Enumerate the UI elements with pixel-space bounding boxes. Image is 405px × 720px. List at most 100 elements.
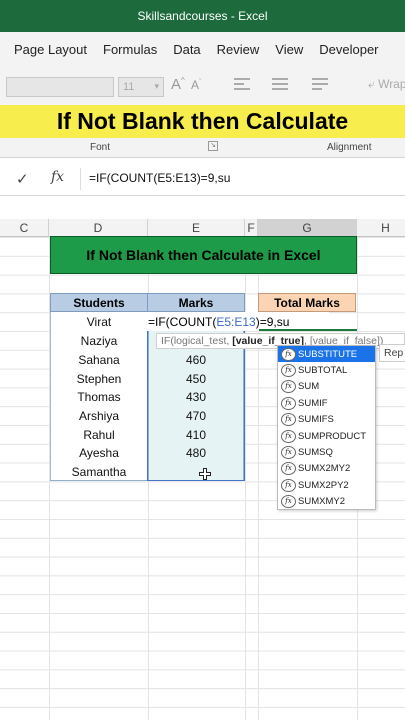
total-marks-label: Total Marks	[274, 295, 340, 310]
autocomplete-item-sumx2py2[interactable]: fx SUMX2PY2	[278, 477, 375, 493]
autocomplete-description-tip: Rep	[379, 344, 405, 362]
student-cell[interactable]: Stephen	[50, 369, 148, 388]
autocomplete-tip-text: Rep	[384, 347, 404, 359]
autocomplete-item-label: SUMPRODUCT	[298, 430, 367, 442]
align-middle-icon[interactable]	[272, 78, 288, 92]
marks-cell[interactable]: 480	[148, 443, 244, 462]
autocomplete-item-label: SUM	[298, 381, 320, 393]
tooltip-function[interactable]: IF(logical_test,	[161, 335, 232, 347]
column-header-h[interactable]: H	[357, 219, 405, 237]
tab-view[interactable]: View	[267, 42, 311, 57]
group-label-font: Font	[90, 142, 111, 153]
autocomplete-item-label: SUMIFS	[298, 414, 334, 426]
marks-cell[interactable]: 410	[148, 425, 244, 444]
student-cell[interactable]: Thomas	[50, 387, 148, 406]
autocomplete-item-sumxmy2[interactable]: fx SUMXMY2	[278, 494, 375, 510]
marks-cell[interactable]	[148, 462, 244, 481]
autocomplete-item-sumsq[interactable]: fx SUMSQ	[278, 444, 375, 460]
students-header-label: Students	[73, 295, 125, 310]
marks-cell[interactable]: 460	[148, 350, 244, 369]
total-marks-header[interactable]: Total Marks	[258, 293, 356, 312]
formula-bar: ✓ fx =IF(COUNT(E5:E13)=9,su	[0, 162, 405, 196]
font-name-dropdown[interactable]	[6, 77, 114, 97]
column-header-c[interactable]: C	[0, 219, 49, 237]
function-icon: fx	[281, 462, 296, 476]
increase-font-size-icon[interactable]: A^	[171, 76, 185, 93]
font-size-value: 11	[123, 81, 135, 93]
formula-prefix: =IF(COUNT(	[148, 315, 217, 329]
student-cell[interactable]: Virat	[50, 312, 148, 331]
students-header[interactable]: Students	[50, 293, 148, 312]
column-header-e[interactable]: E	[148, 219, 245, 237]
formula-range-ref: E5:E13	[216, 315, 256, 329]
student-cell[interactable]: Naziya	[50, 331, 148, 350]
function-icon: fx	[281, 495, 296, 509]
chevron-down-icon: ▾	[154, 81, 159, 91]
function-icon: fx	[281, 396, 296, 410]
student-cell[interactable]: Samantha	[50, 462, 148, 481]
function-icon: fx	[281, 478, 296, 492]
column-header-f[interactable]: F	[245, 219, 258, 237]
wrap-text-label: Wrap	[378, 77, 405, 91]
student-cell[interactable]: Arshiya	[50, 406, 148, 425]
enter-check-icon[interactable]: ✓	[16, 170, 29, 188]
formula-suffix: )=9,su	[255, 315, 290, 329]
function-icon: fx	[281, 413, 296, 427]
autocomplete-item-label: SUMX2PY2	[298, 479, 349, 491]
function-icon: fx	[281, 347, 296, 361]
student-cell[interactable]: Sahana	[50, 350, 148, 369]
column-header-d[interactable]: D	[49, 219, 148, 237]
banner-text: If Not Blank then Calculate	[56, 108, 349, 134]
function-icon: fx	[281, 364, 296, 378]
student-cell[interactable]: Ayesha	[50, 443, 148, 462]
function-icon: fx	[281, 380, 296, 394]
autocomplete-item-substitute[interactable]: fx SUBSTITUTE	[278, 346, 375, 363]
formula-input[interactable]: =IF(COUNT(E5:E13)=9,su	[89, 171, 230, 185]
ribbon-toolbar: 11 ▾ A^ Aˇ ⤶ Wrap	[0, 66, 405, 106]
autocomplete-item-sumifs[interactable]: fx SUMIFS	[278, 412, 375, 428]
autocomplete-item-label: SUBSTITUTE	[298, 348, 358, 360]
function-autocomplete-list[interactable]: fx SUBSTITUTE fx SUBTOTAL fx SUM fx SUMIF fx…	[277, 345, 376, 510]
autocomplete-item-sumif[interactable]: fx SUMIF	[278, 395, 375, 411]
dialog-launcher-icon[interactable]: ↘	[208, 141, 218, 151]
grid-line	[245, 237, 246, 720]
sheet-title-text: If Not Blank then Calculate in Excel	[86, 247, 321, 263]
active-cell-border	[259, 329, 357, 331]
tab-data[interactable]: Data	[165, 42, 208, 57]
table-bottom-border	[50, 480, 245, 481]
autocomplete-item-label: SUMXMY2	[298, 496, 345, 508]
student-cell[interactable]: Rahul	[50, 425, 148, 444]
align-top-icon[interactable]	[234, 78, 250, 92]
function-icon: fx	[281, 429, 296, 443]
divider	[80, 168, 81, 190]
marks-header[interactable]: Marks	[147, 293, 245, 312]
ribbon-group-labels: Font ↘ Alignment	[0, 138, 405, 158]
autocomplete-item-sum[interactable]: fx SUM	[278, 379, 375, 395]
marks-header-label: Marks	[178, 295, 214, 310]
marks-cell[interactable]: 470	[148, 406, 244, 425]
wrap-text-button[interactable]: ⤶ Wrap	[368, 77, 405, 92]
wrap-text-icon: ⤶	[368, 77, 375, 91]
autocomplete-item-sumproduct[interactable]: fx SUMPRODUCT	[278, 428, 375, 444]
tab-page-layout[interactable]: Page Layout	[0, 42, 95, 57]
autocomplete-item-label: SUMIF	[298, 397, 328, 409]
column-header-g[interactable]: G	[258, 219, 357, 237]
function-icon: fx	[281, 446, 296, 460]
ribbon-tabs: Page Layout Formulas Data Review View De…	[0, 32, 405, 66]
autocomplete-item-sumx2my2[interactable]: fx SUMX2MY2	[278, 461, 375, 477]
decrease-font-size-icon[interactable]: Aˇ	[191, 78, 201, 92]
font-size-dropdown[interactable]: 11 ▾	[118, 77, 164, 97]
marks-cell[interactable]: 430	[148, 387, 244, 406]
title-bar: Skillsandcourses - Excel	[0, 0, 405, 32]
insert-function-icon[interactable]: fx	[51, 169, 64, 185]
tab-review[interactable]: Review	[209, 42, 268, 57]
align-bottom-icon[interactable]	[312, 78, 328, 92]
autocomplete-item-subtotal[interactable]: fx SUBTOTAL	[278, 362, 375, 378]
sheet-title[interactable]: If Not Blank then Calculate in Excel	[50, 236, 357, 274]
tab-formulas[interactable]: Formulas	[95, 42, 165, 57]
tab-developer[interactable]: Developer	[311, 42, 386, 57]
marks-cell[interactable]: 450	[148, 369, 244, 388]
autocomplete-item-label: SUBTOTAL	[298, 365, 348, 377]
cell-select-cursor-icon	[199, 468, 211, 480]
window-title: Skillsandcourses - Excel	[137, 9, 268, 23]
